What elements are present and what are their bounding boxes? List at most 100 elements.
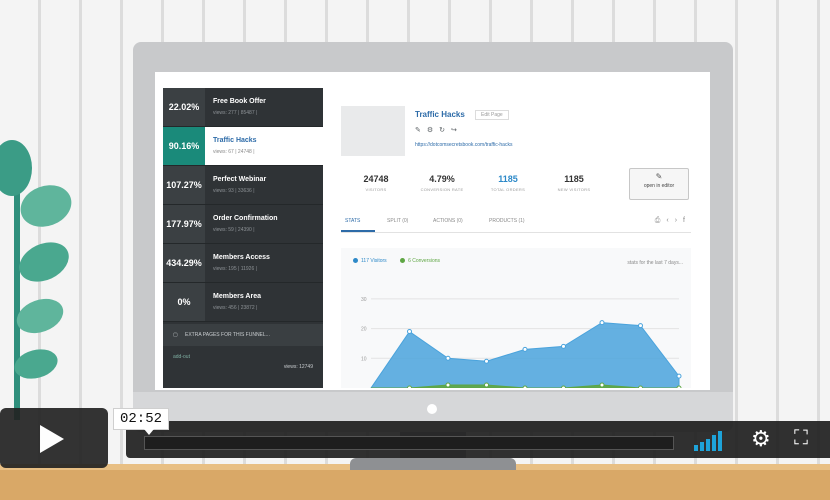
visitors-dot [353, 258, 358, 264]
tab-actions[interactable]: ACTIONS (0) [433, 218, 463, 224]
conversions-dot [400, 258, 406, 264]
volume-icon[interactable] [694, 431, 728, 451]
visitors-point [445, 355, 451, 361]
tab-bar: STATS SPLIT (0) ACTIONS (0) PRODUCTS (1)… [341, 212, 691, 233]
play-button[interactable] [0, 408, 108, 468]
conversions-point [561, 385, 566, 388]
funnel-sidebar: 22.02% Free Book Offer views: 277 | 8548… [163, 88, 323, 388]
step-name: Perfect Webinar [213, 176, 267, 183]
play-icon [40, 425, 64, 453]
monitor-stand-base [350, 458, 516, 470]
refresh-icon[interactable]: ↻ [439, 127, 451, 134]
visitors-area [370, 322, 680, 388]
step-views: views: 59 | 24390 | [213, 227, 255, 233]
tab-split[interactable]: SPLIT (0) [387, 218, 408, 224]
stat-label: TOTAL ORDERS [490, 187, 526, 192]
main-panel: Traffic Hacks Edit Page ✎⚙↻↪ https://dot… [331, 72, 710, 390]
visitors-point [599, 320, 605, 326]
tab-stats[interactable]: STATS [345, 218, 360, 224]
legend-visitors: 117 Visitors [353, 258, 387, 264]
extra-pages-label: EXTRA PAGES FOR THIS FUNNEL... [185, 332, 270, 338]
stat-total-orders: 1185 TOTAL ORDERS [477, 174, 539, 192]
open-in-editor-button[interactable]: ✎ open in editor [629, 168, 689, 200]
stat-label: CONVERSION RATE [420, 187, 464, 192]
stats-chart: 30 20 10 117 Visitors 6 Conversions stats … [341, 248, 691, 388]
page-url[interactable]: https://dotcomsecretsbook.com/traffic-ha… [415, 142, 512, 148]
funnel-step-active[interactable]: 90.16% Traffic Hacks views: 67 | 24748 | [163, 127, 323, 166]
legend-conversions: 6 Conversions [400, 258, 440, 264]
conversions-point [445, 382, 451, 388]
conversions-point [522, 385, 528, 388]
y-tick-label: 20 [361, 327, 367, 333]
facebook-icon[interactable]: f [683, 217, 691, 224]
stat-label: VISITORS [365, 187, 387, 192]
step-percent: 90.16% [163, 127, 205, 165]
stat-visitors: 24748 VISITORS [345, 174, 407, 192]
page-tool-icons: ✎⚙↻↪ [415, 126, 463, 134]
volume-bar [694, 445, 698, 451]
step-percent: 177.97% [163, 205, 205, 243]
page-icon: ▢ [173, 332, 178, 338]
visitors-point [484, 358, 489, 364]
step-percent: 434.29% [163, 244, 205, 282]
y-tick-label: 10 [361, 356, 367, 362]
step-views: views: 195 | 11926 | [213, 266, 257, 272]
funnel-step[interactable]: 22.02% Free Book Offer views: 277 | 8548… [163, 88, 323, 127]
open-in-editor-label: open in editor [643, 183, 675, 189]
page-thumbnail [341, 106, 405, 156]
chart-canvas: 30 20 10 [361, 297, 682, 388]
code-icon[interactable]: ‹› [666, 217, 683, 224]
link-icon[interactable]: ↪ [451, 127, 463, 134]
tab-tool-icons: ⎙‹›f [655, 217, 691, 225]
desk [0, 470, 830, 500]
funnel-step[interactable]: 107.27% Perfect Webinar views: 93 | 3363… [163, 166, 323, 205]
funnel-step[interactable]: 177.97% Order Confirmation views: 59 | 2… [163, 205, 323, 244]
settings-icon[interactable]: ⚙ [427, 127, 439, 134]
plant-illustration [0, 140, 72, 420]
step-name: Order Confirmation [213, 215, 278, 222]
visitors-point [676, 373, 682, 379]
step-views: views: 456 | 23872 | [213, 305, 258, 311]
stat-value: 24748 [363, 174, 389, 184]
stat-label: NEW VISITORS [557, 187, 591, 192]
legend-conversions-label: 6 Conversions [408, 258, 441, 264]
visitors-point [522, 346, 528, 352]
funnel-step[interactable]: 434.29% Members Access views: 195 | 1192… [163, 244, 323, 283]
step-views: views: 277 | 85487 | [213, 110, 258, 116]
conversions-point [676, 385, 682, 388]
active-tab-indicator [341, 230, 375, 232]
y-tick-label: 30 [361, 297, 367, 303]
settings-gear-icon[interactable]: ⚙ [751, 427, 771, 451]
volume-bar [706, 439, 710, 451]
stats-range-note: stats for the last 7 days... [627, 260, 683, 266]
step-percent: 22.02% [163, 88, 205, 126]
edit-icon: ✎ [655, 172, 663, 181]
monitor-screen: 22.02% Free Book Offer views: 277 | 8548… [155, 72, 710, 390]
funnel-step[interactable]: 0% Members Area views: 456 | 23872 | [163, 283, 323, 322]
edit-icon[interactable]: ✎ [415, 127, 427, 134]
visitors-point [638, 323, 643, 329]
extra-pages-row[interactable]: ▢ EXTRA PAGES FOR THIS FUNNEL... [163, 324, 323, 346]
legend-visitors-label: 117 Visitors [361, 258, 387, 264]
tab-products[interactable]: PRODUCTS (1) [489, 218, 525, 224]
volume-bar [712, 435, 716, 451]
add-out-link[interactable]: add-out [173, 354, 190, 360]
volume-bar [700, 442, 704, 451]
chart-legend: 117 Visitors 6 Conversions [353, 258, 440, 264]
conversions-point [407, 385, 412, 388]
conversions-point [638, 385, 643, 388]
page-title[interactable]: Traffic Hacks [415, 110, 465, 119]
conversions-point [599, 382, 605, 388]
stat-value: 1185 [564, 174, 584, 184]
progress-bar[interactable] [144, 436, 674, 450]
volume-bar [718, 431, 722, 451]
print-icon[interactable]: ⎙ [655, 217, 667, 224]
step-name: Members Access [213, 254, 270, 261]
fullscreen-icon[interactable]: ⛶ [794, 426, 808, 450]
edit-page-badge[interactable]: Edit Page [475, 110, 509, 120]
monitor-dot [427, 404, 437, 414]
video-control-bar: ⚙ ⛶ [126, 421, 830, 458]
step-views: views: 67 | 24748 | [213, 149, 255, 155]
stat-new-visitors: 1185 NEW VISITORS [543, 174, 605, 192]
step-views: views: 93 | 33636 | [213, 188, 255, 194]
